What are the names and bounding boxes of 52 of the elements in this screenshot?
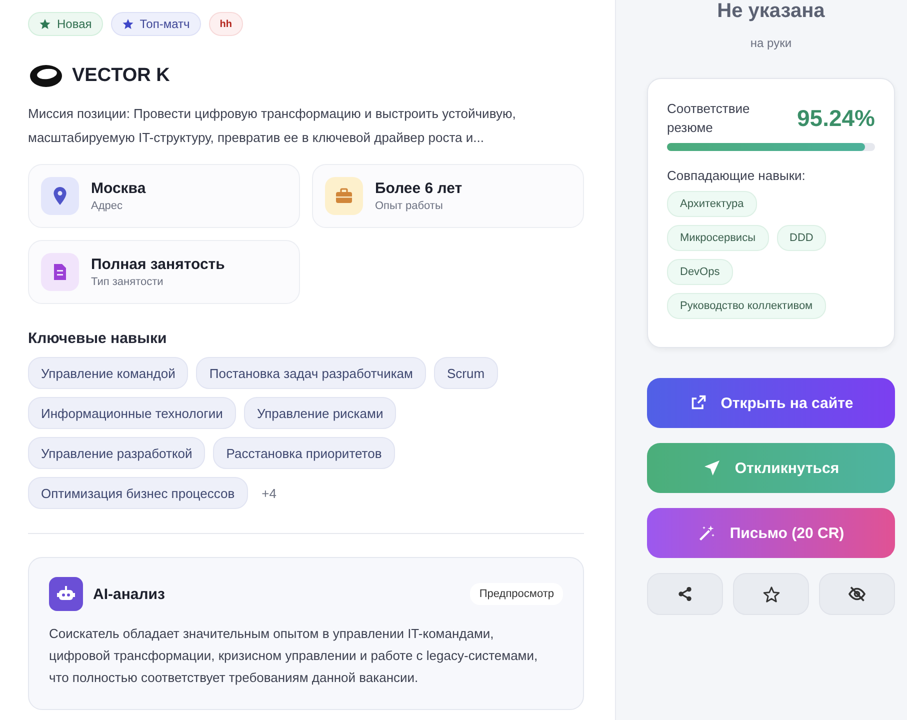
- action-button[interactable]: Письмо (20 CR): [647, 508, 895, 558]
- matched-skill-tag: DDD: [776, 225, 826, 251]
- action-button[interactable]: Открыть на сайте: [647, 378, 895, 428]
- matched-skills-title: Совпадающие навыки:: [667, 168, 806, 183]
- salary-note: на руки: [749, 36, 793, 50]
- info-label: Опыт работы: [375, 200, 444, 212]
- skill-tag: Управление разработкой: [28, 437, 206, 469]
- ai-analysis-title: AI-анализ: [93, 586, 166, 602]
- eye-slash-icon: [848, 585, 866, 603]
- robot-icon: [49, 577, 83, 611]
- tag-badge: Новая: [28, 12, 103, 36]
- star-icon: [122, 18, 134, 30]
- star-icon: [39, 18, 51, 30]
- share-button[interactable]: [647, 573, 723, 615]
- section-heading: Ключевые навыки: [28, 330, 168, 347]
- favorite-button[interactable]: [733, 573, 809, 615]
- tag-badge: hh: [208, 12, 243, 36]
- matched-skill-tag: Микросервисы: [667, 225, 768, 251]
- document-icon: [41, 253, 79, 291]
- ai-analysis-text: Соискатель обладает значительным опытом в управлении IT-командами, цифровой трансформации, кризисном управлении и работе с legacy-системами, что полностью соответствует требованиям данной вакансии.: [49, 625, 539, 687]
- skill-tag: Оптимизация бизнес процессов: [28, 477, 248, 509]
- skill-tag: Управление рисками: [244, 397, 396, 429]
- skill-tag: Управление командой: [28, 357, 188, 389]
- info-label: Тип занятости: [91, 276, 164, 288]
- info-value: Более 6 лет: [375, 180, 462, 197]
- info-value: Полная занятость: [91, 256, 225, 273]
- preview-badge: Предпросмотр: [470, 583, 563, 605]
- action-button[interactable]: Откликнуться: [647, 443, 895, 493]
- info-label: Адрес: [91, 200, 124, 212]
- share-icon: [677, 586, 693, 602]
- description-text: Миссия позиции: Провести цифровую трансформацию и выстроить устойчивую, масштабируемую IT-структуру, превратив ее в ключевой драйвер роста и...: [28, 105, 517, 147]
- match-percent: 95.24%: [796, 104, 875, 132]
- matched-skill-tag: DevOps: [667, 259, 733, 285]
- skill-tag: Scrum: [434, 357, 498, 389]
- star-icon: [762, 586, 780, 602]
- matched-skill-tag: Архитектура: [667, 191, 757, 217]
- location-pin-icon: [41, 177, 79, 215]
- tag-badge: Топ-матч: [110, 12, 201, 36]
- skill-tag: Расстановка приоритетов: [213, 437, 395, 469]
- match-label: Соответствие резюме: [667, 100, 751, 137]
- paper-plane-icon: [702, 459, 721, 477]
- skill-tag: Информационные технологии: [28, 397, 236, 429]
- matched-skill-tag: Руководство коллективом: [667, 293, 826, 319]
- more-count: +4: [262, 486, 276, 500]
- hide-button[interactable]: [819, 573, 895, 615]
- salary-value: Не указана: [716, 0, 826, 23]
- skill-tag: Постановка задач разработчикам: [196, 357, 426, 389]
- magic-wand-icon: [698, 524, 716, 542]
- company-name: VECTOR K: [72, 65, 170, 87]
- info-value: Москва: [91, 180, 146, 197]
- briefcase-icon: [325, 177, 363, 215]
- company-logo: [28, 62, 64, 90]
